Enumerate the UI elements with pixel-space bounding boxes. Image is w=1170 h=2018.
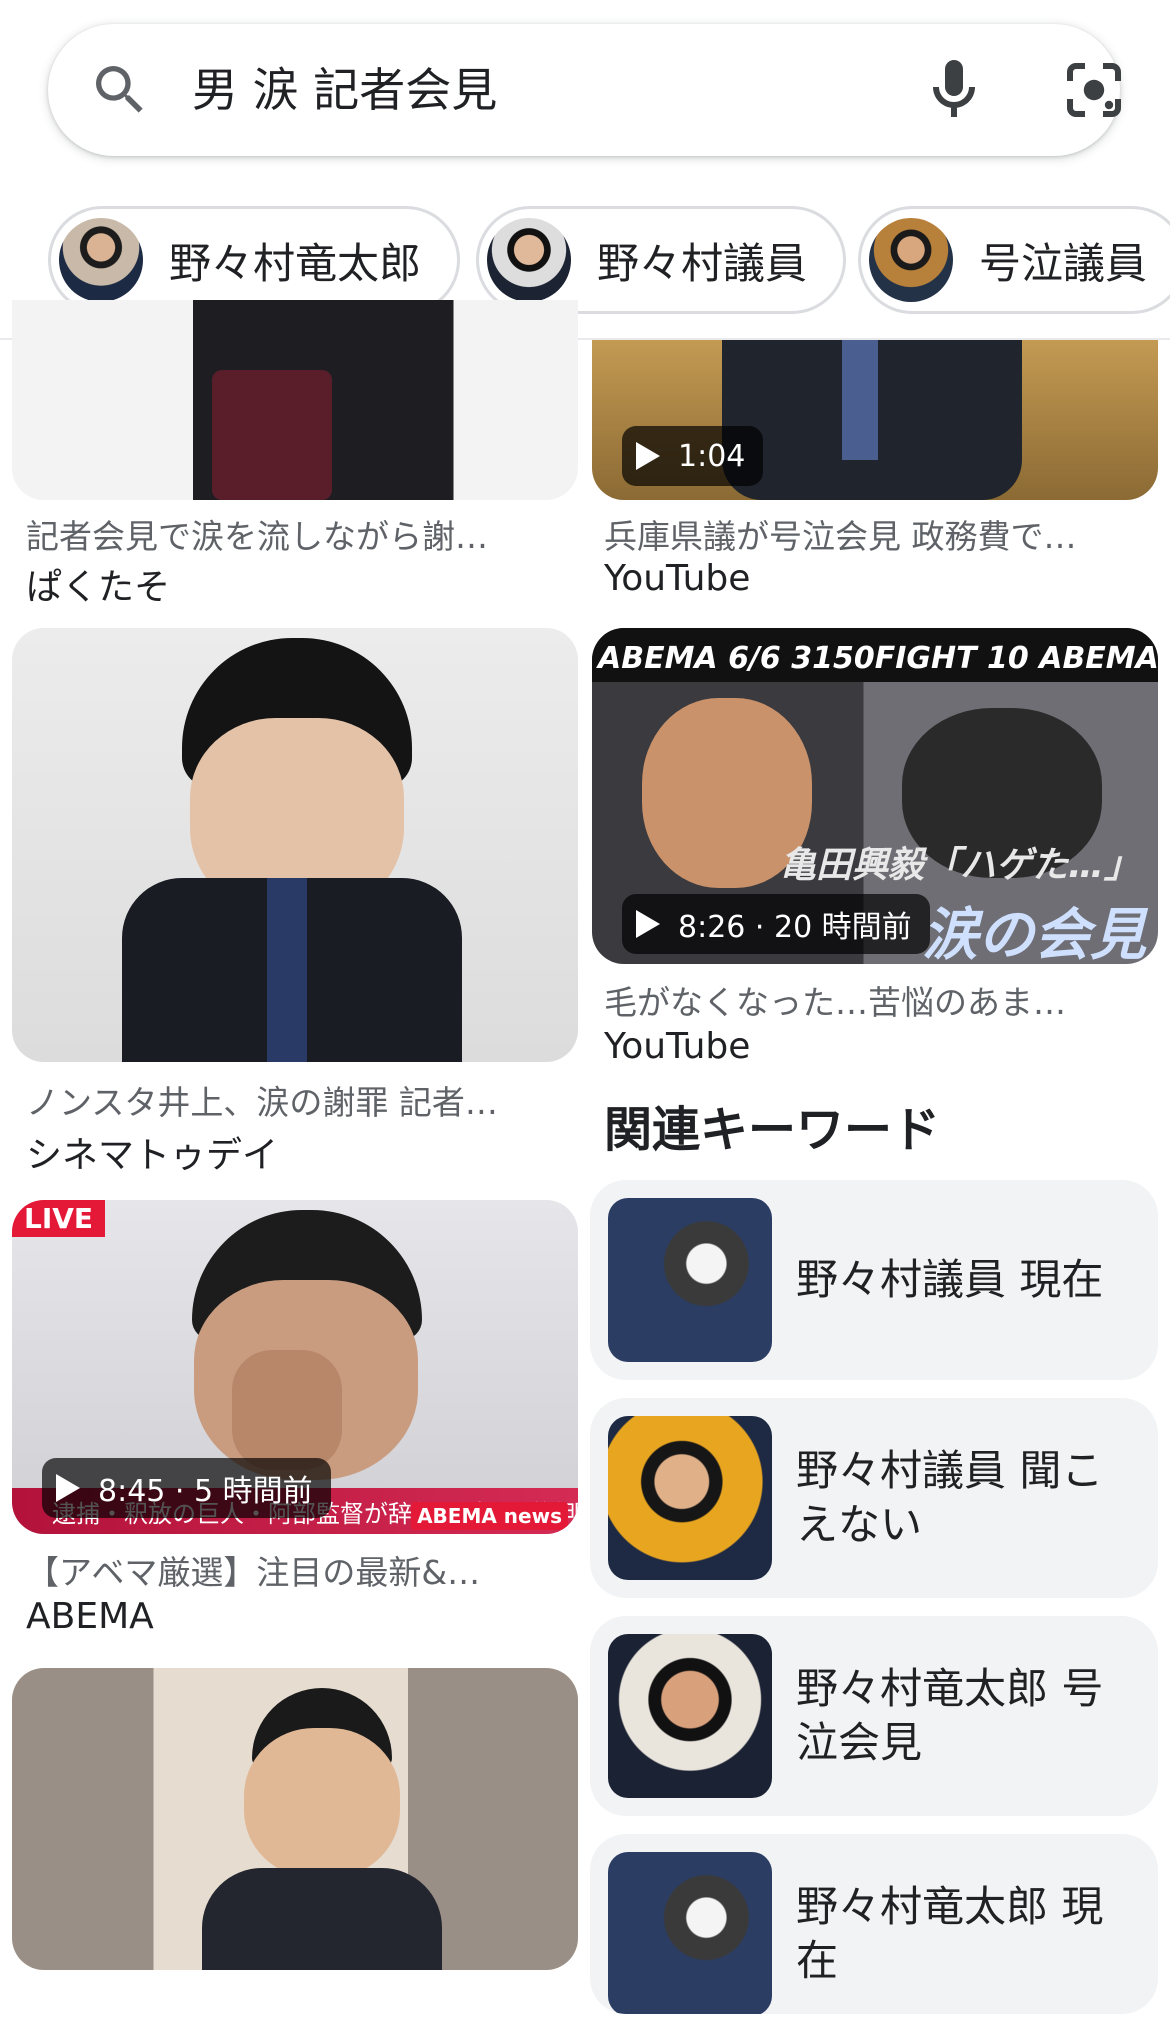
chip-label: 野々村議員 bbox=[597, 238, 808, 288]
play-icon bbox=[636, 442, 660, 470]
video-duration: 8:45 · 5 時間前 bbox=[98, 1474, 313, 1509]
image-result[interactable]: 記者会見で涙を流しながら謝… ぱくたそ bbox=[12, 300, 578, 608]
search-icon[interactable] bbox=[88, 58, 152, 122]
related-keyword-label: 野々村議員 聞こえない bbox=[796, 1446, 1104, 1549]
result-title[interactable]: 毛がなくなった…苦悩のあま… bbox=[604, 976, 1144, 1024]
related-keyword-card[interactable]: 野々村竜太郎 現在 bbox=[590, 1834, 1158, 2014]
related-keyword-thumbnail bbox=[608, 1634, 772, 1798]
result-title[interactable]: ノンスタ井上、涙の謝罪 記者… bbox=[26, 1076, 566, 1124]
related-keyword-card[interactable]: 野々村議員 聞こえない bbox=[590, 1398, 1158, 1598]
result-source[interactable]: ぱくたそ bbox=[26, 558, 170, 610]
tie-shape bbox=[212, 370, 332, 500]
result-title[interactable]: 記者会見で涙を流しながら謝… bbox=[26, 510, 566, 558]
chip-nonomura-giin[interactable]: 野々村議員 bbox=[476, 206, 847, 314]
search-bar[interactable]: 男 涙 記者会見 bbox=[48, 24, 1121, 156]
live-tag: LIVE bbox=[12, 1200, 106, 1237]
result-image[interactable] bbox=[12, 1668, 578, 1970]
video-caption: 涙の会見 bbox=[922, 903, 1146, 964]
result-source[interactable]: シネマトゥデイ bbox=[26, 1126, 278, 1178]
video-result[interactable]: 1:04 兵庫県議が号泣会見 政務費で… YouTube bbox=[592, 340, 1158, 600]
suggestion-chips: 野々村竜太郎 野々村議員 号泣議員 bbox=[0, 206, 1170, 314]
video-headline-strip: ABEMA 6/6 3150FIGHT 10 ABEMA無料生中継 bbox=[592, 628, 1158, 682]
related-keyword-card[interactable]: 野々村竜太郎 号泣会見 bbox=[590, 1616, 1158, 1816]
related-keyword-card[interactable]: 野々村議員 現在 bbox=[590, 1180, 1158, 1380]
video-duration-badge: 1:04 bbox=[622, 426, 764, 486]
chip-label: 号泣議員 bbox=[979, 238, 1148, 288]
result-image[interactable]: LIVE 逮捕・釈放の巨人・阿部監督が辞任へ 本人が説明 ABEMA news … bbox=[12, 1200, 578, 1534]
related-keyword-thumbnail bbox=[608, 1416, 772, 1580]
result-source[interactable]: YouTube bbox=[604, 1026, 750, 1067]
video-result[interactable]: LIVE 逮捕・釈放の巨人・阿部監督が辞任へ 本人が説明 ABEMA news … bbox=[12, 1200, 578, 1650]
suit-shape bbox=[202, 1868, 442, 1970]
related-keyword-thumbnail bbox=[608, 1198, 772, 1362]
chip-thumbnail bbox=[59, 218, 143, 302]
tie-shape bbox=[267, 878, 307, 1062]
chip-thumbnail bbox=[487, 218, 571, 302]
result-source[interactable]: ABEMA bbox=[26, 1596, 154, 1637]
result-image[interactable] bbox=[12, 628, 578, 1062]
result-image[interactable]: ABEMA 6/6 3150FIGHT 10 ABEMA無料生中継 亀田興毅「ハ… bbox=[592, 628, 1158, 964]
video-duration-badge: 8:45 · 5 時間前 bbox=[42, 1458, 331, 1518]
result-source[interactable]: YouTube bbox=[604, 558, 750, 599]
image-result[interactable] bbox=[12, 1668, 578, 1978]
play-icon bbox=[56, 1474, 80, 1502]
related-keywords-heading: 関連キーワード bbox=[604, 1102, 941, 1158]
result-image[interactable]: 1:04 bbox=[592, 340, 1158, 500]
play-icon bbox=[636, 910, 660, 938]
result-image[interactable] bbox=[12, 300, 578, 500]
face-shape bbox=[244, 1728, 400, 1878]
video-duration: 1:04 bbox=[678, 438, 746, 474]
video-caption: 亀田興毅「ハゲた…」 bbox=[780, 845, 1141, 886]
camera-lens-icon[interactable] bbox=[1058, 54, 1130, 126]
search-query-text[interactable]: 男 涙 記者会見 bbox=[192, 54, 497, 126]
video-duration: 8:26 · 20 時間前 bbox=[678, 910, 912, 945]
related-keyword-label: 野々村議員 現在 bbox=[796, 1255, 1104, 1304]
hand-shape bbox=[232, 1350, 342, 1470]
chip-goukyu-giin[interactable]: 号泣議員 bbox=[858, 206, 1170, 314]
related-keyword-label: 野々村竜太郎 現在 bbox=[796, 1882, 1104, 1985]
result-title[interactable]: 兵庫県議が号泣会見 政務費で… bbox=[604, 510, 1144, 558]
chip-label: 野々村竜太郎 bbox=[169, 238, 422, 288]
related-keyword-label: 野々村竜太郎 号泣会見 bbox=[796, 1664, 1104, 1767]
chip-nonomura-ryutaro[interactable]: 野々村竜太郎 bbox=[48, 206, 461, 314]
image-result[interactable]: ノンスタ井上、涙の謝罪 記者… シネマトゥデイ bbox=[12, 628, 578, 1176]
tie-shape bbox=[842, 340, 878, 460]
video-result[interactable]: ABEMA 6/6 3150FIGHT 10 ABEMA無料生中継 亀田興毅「ハ… bbox=[592, 628, 1158, 1068]
video-duration-badge: 8:26 · 20 時間前 bbox=[622, 894, 930, 954]
result-title[interactable]: 【アベマ厳選】注目の最新&… bbox=[26, 1546, 566, 1594]
abema-news-logo: ABEMA news bbox=[411, 1502, 568, 1530]
microphone-icon[interactable] bbox=[918, 54, 990, 126]
related-keyword-thumbnail bbox=[608, 1852, 772, 2014]
chip-thumbnail bbox=[869, 218, 953, 302]
